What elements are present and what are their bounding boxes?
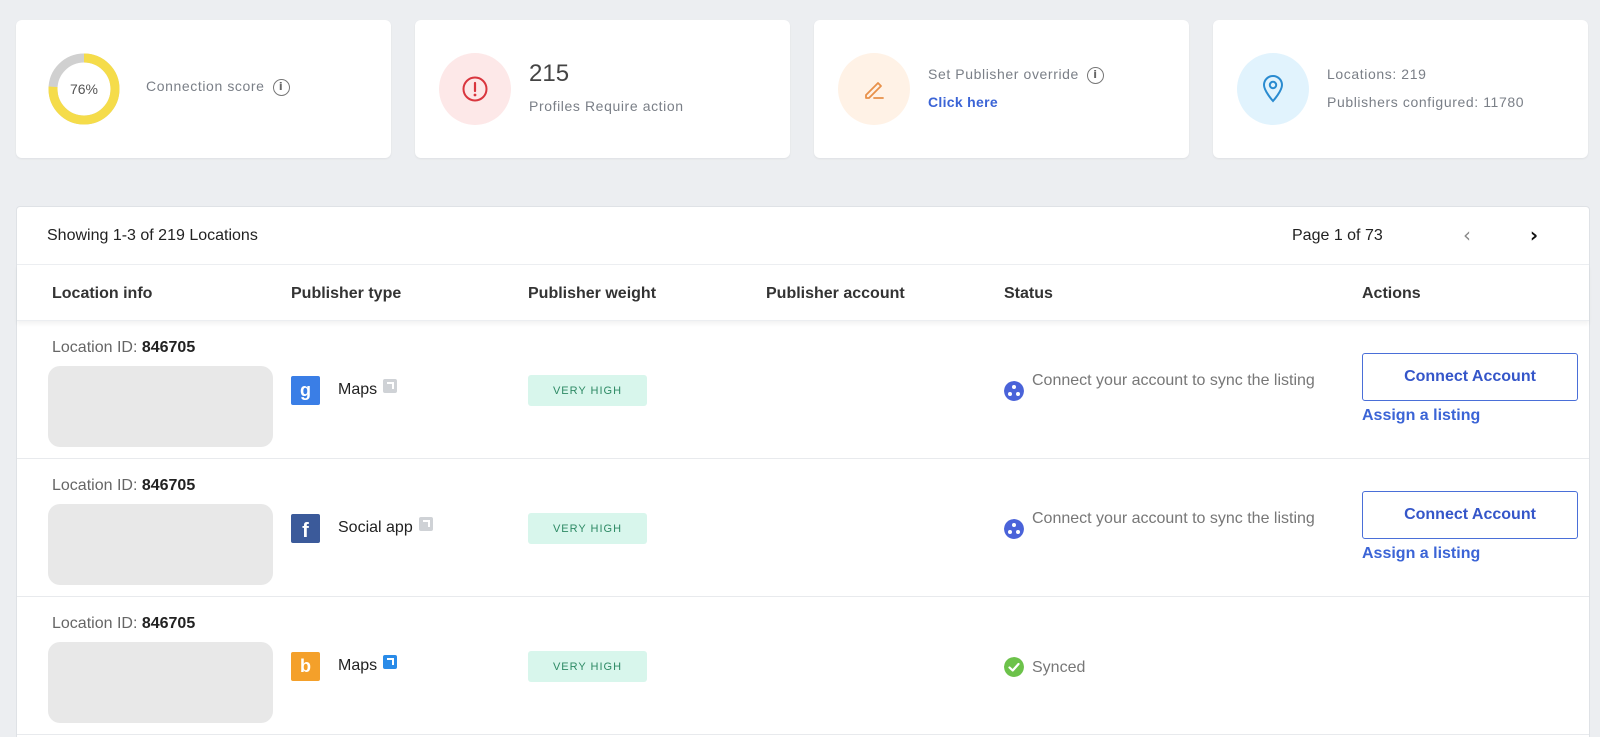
google-maps-icon: g [291,376,320,405]
connect-account-button[interactable]: Connect Account [1362,491,1578,539]
weight-badge: VERY HIGH [528,513,647,544]
synced-check-icon [1004,657,1024,677]
publisher-name: Maps [338,657,378,674]
info-icon[interactable]: i [272,78,290,96]
header-status: Status [1004,285,1053,302]
external-link-icon[interactable] [383,655,398,669]
connection-score-label: Connection score [146,78,265,94]
location-id-value: 846705 [141,615,196,632]
header-location-info: Location info [52,285,153,302]
status-text: Connect your account to sync the listing [1032,510,1315,527]
pencil-icon [865,82,884,99]
info-icon[interactable]: i [1086,66,1104,84]
assign-listing-link[interactable]: Assign a listing [1362,407,1480,425]
profiles-count: 215 [529,60,570,87]
external-link-icon[interactable] [383,379,398,393]
table-row: Location ID: 846705 g Maps VERY HIGH Con… [17,321,1589,459]
publisher-name: Maps [338,381,378,398]
location-id-label: Location ID: [52,477,142,494]
header-publisher-account: Publisher account [766,285,905,302]
alert-icon-circle [439,53,511,125]
location-id-cell: Location ID: 846705 [52,339,195,357]
facebook-icon: f [291,514,320,543]
connection-score-card: 76% Connection score i [16,20,391,158]
next-page-button[interactable]: › [1522,223,1546,247]
assign-listing-link[interactable]: Assign a listing [1362,545,1480,563]
status-text: Connect your account to sync the listing [1032,372,1315,389]
location-pin-icon [1262,75,1284,103]
publisher-name-cell: Maps [338,379,398,399]
locations-count: Locations: 219 [1327,66,1427,82]
locations-table-panel: Showing 1-3 of 219 Locations Page 1 of 7… [16,206,1590,737]
override-label: Set Publisher override [928,66,1079,82]
table-row: Location ID: 846705 b Maps VERY HIGH Syn… [17,597,1589,735]
location-thumbnail [48,504,273,585]
alert-icon [462,76,488,102]
sync-needed-icon [1004,519,1024,539]
connection-score-label-wrap: Connection score i [146,78,290,96]
external-link-icon[interactable] [418,517,433,531]
showing-count: Showing 1-3 of 219 Locations [47,227,258,244]
location-thumbnail [48,642,273,723]
header-publisher-weight: Publisher weight [528,285,657,302]
header-actions: Actions [1362,285,1421,302]
override-link[interactable]: Click here [928,94,998,110]
location-id-value: 846705 [141,339,196,356]
prev-page-button[interactable]: ‹ [1455,223,1479,247]
chevron-left-icon: ‹ [1463,223,1471,247]
connect-account-button[interactable]: Connect Account [1362,353,1578,401]
edit-icon-circle [838,53,910,125]
publisher-name-cell: Social app [338,517,433,537]
table-toolbar: Showing 1-3 of 219 Locations Page 1 of 7… [17,207,1589,265]
table-header: Location info Publisher type Publisher w… [17,265,1589,321]
table-row: Location ID: 846705 f Social app VERY HI… [17,459,1589,597]
override-card: Set Publisher override i Click here [814,20,1189,158]
publisher-name: Social app [338,519,413,536]
publisher-name-cell: Maps [338,655,398,675]
locations-card: Locations: 219 Publishers configured: 11… [1213,20,1588,158]
location-id-label: Location ID: [52,339,142,356]
summary-cards: 76% Connection score i 215 Profiles Requi… [16,20,1590,158]
location-pin-icon-circle [1237,53,1309,125]
weight-badge: VERY HIGH [528,651,647,682]
chevron-right-icon: › [1529,223,1539,247]
location-thumbnail [48,366,273,447]
profiles-label: Profiles Require action [529,98,684,114]
location-id-label: Location ID: [52,615,142,632]
sync-needed-icon [1004,381,1024,401]
location-id-cell: Location ID: 846705 [52,615,195,633]
location-id-cell: Location ID: 846705 [52,477,195,495]
header-publisher-type: Publisher type [291,285,402,302]
override-label-wrap: Set Publisher override i [928,66,1104,84]
status-text: Synced [1032,659,1086,676]
location-id-value: 846705 [141,477,196,494]
bing-maps-icon: b [291,652,320,681]
weight-badge: VERY HIGH [528,375,647,406]
profiles-card: 215 Profiles Require action [415,20,790,158]
page-indicator: Page 1 of 73 [1292,227,1383,244]
publishers-configured: Publishers configured: 11780 [1327,94,1525,110]
connection-score-value: 76% [69,81,99,97]
